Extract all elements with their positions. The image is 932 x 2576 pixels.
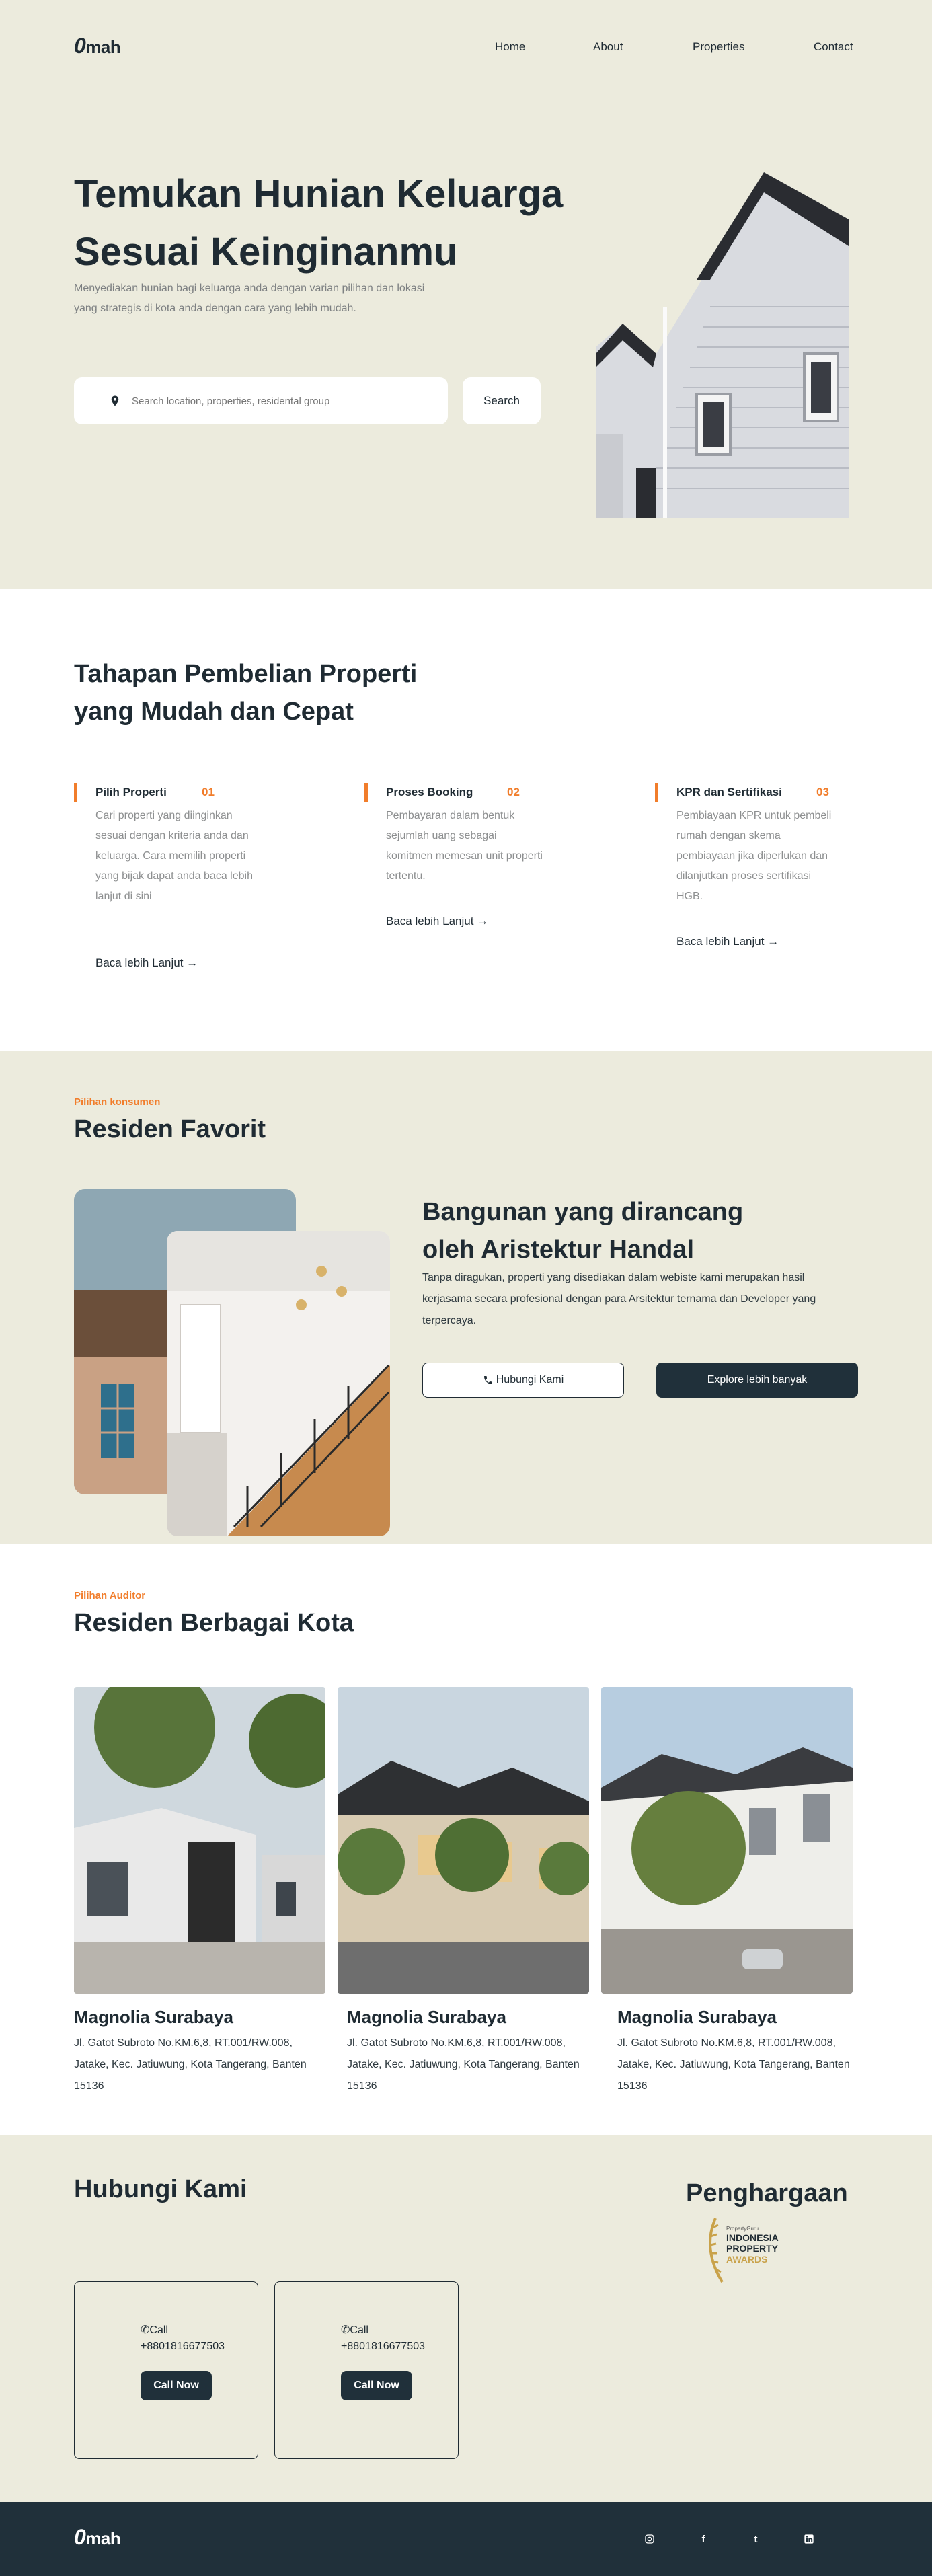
svg-text:AWARDS: AWARDS [726, 2254, 767, 2265]
read-more-label: Baca lebih Lanjut [95, 956, 184, 969]
property-name: Magnolia Surabaya [74, 2007, 233, 2027]
nav-home[interactable]: Home [495, 40, 525, 54]
read-more-link[interactable]: Baca lebih Lanjut → [386, 915, 488, 928]
property-photo [74, 1687, 325, 1994]
phone-icon [483, 1376, 492, 1384]
property-name: Magnolia Surabaya [617, 2007, 777, 2027]
contact-card-2: ✆Call +8801816677503 Call Now [274, 2281, 459, 2459]
property-photo [338, 1687, 589, 1994]
property-address: Jl. Gatot Subroto No.KM.6,8, RT.001/RW.0… [347, 2037, 580, 2092]
call-now-button[interactable]: Call Now [341, 2371, 412, 2400]
logo-mark: 0 [74, 2525, 86, 2549]
nav-contact[interactable]: Contact [814, 40, 853, 54]
footer: 0mah f t [0, 2502, 932, 2576]
arrow-right-icon: → [477, 915, 489, 927]
contact-us-label: Hubungi Kami [496, 1374, 564, 1386]
property-address: Jl. Gatot Subroto No.KM.6,8, RT.001/RW.0… [74, 2037, 307, 2092]
interior-photo [167, 1231, 390, 1536]
step-name: Proses Booking [386, 786, 473, 798]
read-more-link[interactable]: Baca lebih Lanjut → [676, 935, 779, 948]
phone-number: +8801816677503 [341, 2341, 426, 2352]
search-box [74, 377, 448, 424]
search-button[interactable]: Search [463, 377, 541, 424]
contact-card-1: ✆Call +8801816677503 Call Now [74, 2281, 258, 2459]
call-label: Call [149, 2324, 168, 2336]
cities-title: Residen Berbagai Kota [74, 1609, 354, 1637]
step-accent-bar [364, 783, 368, 802]
favorite-heading-line2: oleh Aristektur Handal [422, 1236, 695, 1264]
logo-text: mah [85, 37, 121, 57]
steps-title-line1: Tahapan Pembelian Properti [74, 660, 418, 688]
logo-text: mah [85, 2528, 121, 2548]
arrow-right-icon: → [186, 956, 198, 969]
city-card-1[interactable]: Magnolia Surabaya Jl. Gatot Subroto No.K… [74, 1687, 325, 2092]
contact-title: Hubungi Kami [74, 2175, 247, 2203]
steps-section: Tahapan Pembelian Properti yang Mudah da… [0, 589, 932, 1051]
phone-icon: ✆ [341, 2324, 350, 2336]
facebook-icon[interactable]: f [696, 2532, 711, 2546]
step-name: KPR dan Sertifikasi [676, 786, 782, 798]
read-more-label: Baca lebih Lanjut [386, 915, 474, 927]
step-description: Cari properti yang diinginkan sesuai den… [95, 810, 253, 902]
svg-text:PropertyGuru: PropertyGuru [726, 2226, 759, 2232]
call-info: ✆Call +8801816677503 [341, 2322, 425, 2355]
twitter-icon[interactable]: t [748, 2532, 763, 2546]
phone-icon: ✆ [141, 2324, 150, 2336]
city-card-3[interactable]: Magnolia Surabaya Jl. Gatot Subroto No.K… [601, 1687, 853, 2092]
step-description: Pembayaran dalam bentuk sejumlah uang se… [386, 810, 543, 882]
step-number: 03 [816, 786, 829, 798]
property-address: Jl. Gatot Subroto No.KM.6,8, RT.001/RW.0… [617, 2037, 850, 2092]
step-name: Pilih Properti [95, 786, 167, 798]
contact-us-button[interactable]: Hubungi Kami [422, 1363, 624, 1398]
cities-eyebrow: Pilihan Auditor [74, 1590, 146, 1601]
step-description: Pembiayaan KPR untuk pembeli rumah denga… [676, 810, 832, 902]
location-pin-icon [111, 395, 119, 406]
favorite-section: Pilihan konsumen Residen Favorit Banguna… [0, 1051, 932, 1544]
step-accent-bar [655, 783, 658, 802]
logo-mark: 0 [74, 34, 86, 58]
linkedin-icon[interactable] [802, 2532, 816, 2546]
award-title: Penghargaan [686, 2179, 848, 2207]
favorite-text: Tanpa diragukan, properti yang disediaka… [422, 1272, 816, 1326]
property-name: Magnolia Surabaya [347, 2007, 506, 2027]
hero-subtitle: Menyediakan hunian bagi keluarga anda de… [74, 282, 425, 314]
step-accent-bar [74, 783, 77, 802]
steps-title-line2: yang Mudah dan Cepat [74, 697, 354, 726]
contact-section: Hubungi Kami ✆Call +8801816677503 Call N… [0, 2135, 932, 2502]
phone-number: +8801816677503 [141, 2341, 225, 2352]
read-more-link[interactable]: Baca lebih Lanjut → [95, 956, 198, 970]
property-guru-award-logo: PropertyGuru INDONESIA PROPERTY AWARDS [709, 2218, 779, 2283]
nav-about[interactable]: About [593, 40, 623, 54]
favorite-heading-line1: Bangunan yang dirancang [422, 1198, 744, 1226]
instagram-icon[interactable] [642, 2532, 657, 2546]
steps-title: Tahapan Pembelian Properti yang Mudah da… [74, 655, 477, 730]
explore-more-button[interactable]: Explore lebih banyak [656, 1363, 858, 1398]
logo[interactable]: 0mah [74, 34, 121, 59]
step-number: 01 [202, 786, 215, 798]
arrow-right-icon: → [767, 935, 779, 948]
hero-section: 0mah Home About Properties Contact Temuk… [0, 0, 932, 589]
call-info: ✆Call +8801816677503 [141, 2322, 225, 2355]
house-photo [596, 172, 849, 518]
favorite-eyebrow: Pilihan konsumen [74, 1096, 161, 1108]
read-more-label: Baca lebih Lanjut [676, 935, 765, 948]
search-input[interactable] [132, 395, 414, 407]
svg-text:PROPERTY: PROPERTY [726, 2243, 779, 2254]
call-label: Call [350, 2324, 368, 2336]
cities-section: Pilihan Auditor Residen Berbagai Kota Ma… [0, 1544, 932, 2135]
hero-title: Temukan Hunian Keluarga Sesuai Keinginan… [74, 165, 612, 281]
step-number: 02 [507, 786, 520, 798]
hero-title-line2: Sesuai Keinginanmu [74, 230, 458, 274]
favorite-title: Residen Favorit [74, 1115, 266, 1143]
nav-properties[interactable]: Properties [693, 40, 744, 54]
city-card-2[interactable]: Magnolia Surabaya Jl. Gatot Subroto No.K… [338, 1687, 589, 2092]
hero-title-line1: Temukan Hunian Keluarga [74, 172, 564, 216]
svg-text:INDONESIA: INDONESIA [726, 2232, 779, 2243]
property-photo [601, 1687, 853, 1994]
favorite-heading: Bangunan yang dirancang oleh Aristektur … [422, 1193, 799, 1268]
call-now-button[interactable]: Call Now [141, 2371, 212, 2400]
footer-logo[interactable]: 0mah [74, 2525, 121, 2550]
